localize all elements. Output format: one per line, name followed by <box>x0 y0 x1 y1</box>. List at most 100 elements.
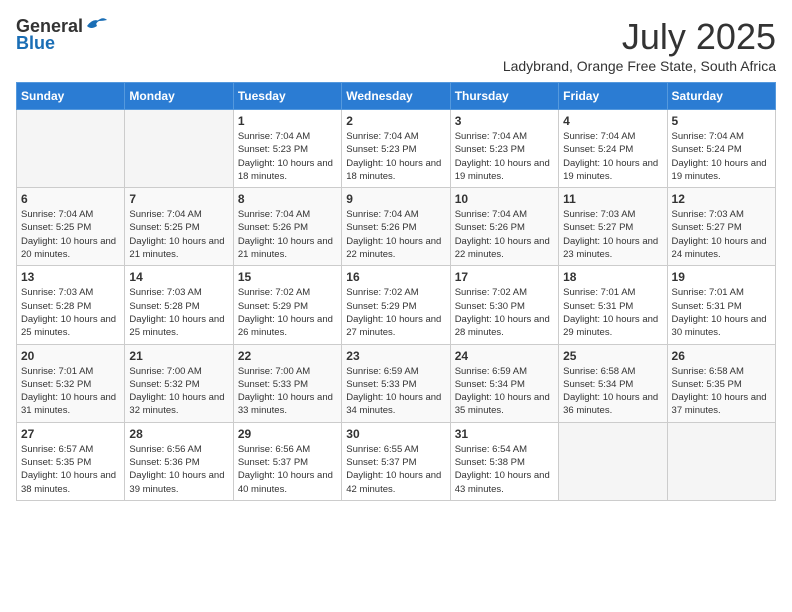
day-number: 27 <box>21 427 120 441</box>
table-row: 4 Sunrise: 7:04 AM Sunset: 5:24 PM Daylig… <box>559 110 667 188</box>
day-info: Sunrise: 7:00 AM Sunset: 5:32 PM Dayligh… <box>129 365 228 418</box>
day-info: Sunrise: 7:04 AM Sunset: 5:26 PM Dayligh… <box>346 208 445 261</box>
table-row: 18 Sunrise: 7:01 AM Sunset: 5:31 PM Dayli… <box>559 266 667 344</box>
table-row: 11 Sunrise: 7:03 AM Sunset: 5:27 PM Dayli… <box>559 188 667 266</box>
day-info: Sunrise: 7:01 AM Sunset: 5:32 PM Dayligh… <box>21 365 120 418</box>
day-info: Sunrise: 7:02 AM Sunset: 5:30 PM Dayligh… <box>455 286 554 339</box>
logo-words: General Blue <box>16 16 107 54</box>
table-row: 13 Sunrise: 7:03 AM Sunset: 5:28 PM Dayli… <box>17 266 125 344</box>
table-row: 27 Sunrise: 6:57 AM Sunset: 5:35 PM Dayli… <box>17 422 125 500</box>
table-row: 25Sunrise: 6:58 AM Sunset: 5:34 PM Dayli… <box>559 344 667 422</box>
col-friday: Friday <box>559 83 667 110</box>
day-number: 5 <box>672 114 771 128</box>
table-row: 14 Sunrise: 7:03 AM Sunset: 5:28 PM Dayli… <box>125 266 233 344</box>
day-number: 31 <box>455 427 554 441</box>
table-row: 7 Sunrise: 7:04 AM Sunset: 5:25 PM Daylig… <box>125 188 233 266</box>
table-row: 30Sunrise: 6:55 AM Sunset: 5:37 PM Dayli… <box>342 422 450 500</box>
day-info: Sunrise: 7:02 AM Sunset: 5:29 PM Dayligh… <box>238 286 337 339</box>
day-number: 28 <box>129 427 228 441</box>
table-row: 31 Sunrise: 6:54 AM Sunset: 5:38 PM Dayli… <box>450 422 558 500</box>
day-info: Sunrise: 7:01 AM Sunset: 5:31 PM Dayligh… <box>672 286 771 339</box>
day-info: Sunrise: 7:03 AM Sunset: 5:27 PM Dayligh… <box>563 208 662 261</box>
day-info: Sunrise: 7:04 AM Sunset: 5:23 PM Dayligh… <box>346 130 445 183</box>
calendar-week-row: 27 Sunrise: 6:57 AM Sunset: 5:35 PM Dayli… <box>17 422 776 500</box>
day-info: Sunrise: 7:04 AM Sunset: 5:25 PM Dayligh… <box>21 208 120 261</box>
table-row: 19 Sunrise: 7:01 AM Sunset: 5:31 PM Dayli… <box>667 266 775 344</box>
day-info: Sunrise: 7:00 AM Sunset: 5:33 PM Dayligh… <box>238 365 337 418</box>
day-info: Sunrise: 7:04 AM Sunset: 5:26 PM Dayligh… <box>238 208 337 261</box>
col-sunday: Sunday <box>17 83 125 110</box>
day-number: 17 <box>455 270 554 284</box>
table-row: 1 Sunrise: 7:04 AM Sunset: 5:23 PM Daylig… <box>233 110 341 188</box>
calendar-week-row: 1 Sunrise: 7:04 AM Sunset: 5:23 PM Daylig… <box>17 110 776 188</box>
day-info: Sunrise: 6:59 AM Sunset: 5:33 PM Dayligh… <box>346 365 445 418</box>
day-number: 7 <box>129 192 228 206</box>
day-info: Sunrise: 7:01 AM Sunset: 5:31 PM Dayligh… <box>563 286 662 339</box>
location-title: Ladybrand, Orange Free State, South Afri… <box>503 58 776 74</box>
day-info: Sunrise: 6:54 AM Sunset: 5:38 PM Dayligh… <box>455 443 554 496</box>
day-number: 22 <box>238 349 337 363</box>
day-number: 10 <box>455 192 554 206</box>
day-info: Sunrise: 6:57 AM Sunset: 5:35 PM Dayligh… <box>21 443 120 496</box>
day-number: 21 <box>129 349 228 363</box>
day-info: Sunrise: 7:04 AM Sunset: 5:24 PM Dayligh… <box>672 130 771 183</box>
table-row: 24Sunrise: 6:59 AM Sunset: 5:34 PM Dayli… <box>450 344 558 422</box>
table-row <box>667 422 775 500</box>
day-number: 20 <box>21 349 120 363</box>
col-wednesday: Wednesday <box>342 83 450 110</box>
calendar-table: Sunday Monday Tuesday Wednesday Thursday… <box>16 82 776 501</box>
table-row <box>559 422 667 500</box>
day-info: Sunrise: 7:02 AM Sunset: 5:29 PM Dayligh… <box>346 286 445 339</box>
day-number: 23 <box>346 349 445 363</box>
day-number: 30 <box>346 427 445 441</box>
day-number: 11 <box>563 192 662 206</box>
table-row: 5 Sunrise: 7:04 AM Sunset: 5:24 PM Daylig… <box>667 110 775 188</box>
table-row: 6Sunrise: 7:04 AM Sunset: 5:25 PM Daylig… <box>17 188 125 266</box>
table-row: 9 Sunrise: 7:04 AM Sunset: 5:26 PM Daylig… <box>342 188 450 266</box>
day-number: 2 <box>346 114 445 128</box>
calendar-header-row: Sunday Monday Tuesday Wednesday Thursday… <box>17 83 776 110</box>
day-info: Sunrise: 7:04 AM Sunset: 5:24 PM Dayligh… <box>563 130 662 183</box>
day-info: Sunrise: 7:03 AM Sunset: 5:28 PM Dayligh… <box>21 286 120 339</box>
day-number: 14 <box>129 270 228 284</box>
day-info: Sunrise: 7:04 AM Sunset: 5:25 PM Dayligh… <box>129 208 228 261</box>
day-number: 24 <box>455 349 554 363</box>
day-number: 26 <box>672 349 771 363</box>
table-row: 21 Sunrise: 7:00 AM Sunset: 5:32 PM Dayli… <box>125 344 233 422</box>
col-tuesday: Tuesday <box>233 83 341 110</box>
day-number: 15 <box>238 270 337 284</box>
day-info: Sunrise: 7:04 AM Sunset: 5:23 PM Dayligh… <box>238 130 337 183</box>
day-info: Sunrise: 7:03 AM Sunset: 5:28 PM Dayligh… <box>129 286 228 339</box>
logo-blue-text: Blue <box>16 33 107 54</box>
day-info: Sunrise: 6:56 AM Sunset: 5:36 PM Dayligh… <box>129 443 228 496</box>
logo: General Blue <box>16 16 107 54</box>
day-info: Sunrise: 7:03 AM Sunset: 5:27 PM Dayligh… <box>672 208 771 261</box>
table-row: 15 Sunrise: 7:02 AM Sunset: 5:29 PM Dayli… <box>233 266 341 344</box>
table-row: 20 Sunrise: 7:01 AM Sunset: 5:32 PM Dayli… <box>17 344 125 422</box>
page-header: General Blue July 2025 Ladybrand, Orange… <box>16 16 776 74</box>
table-row: 22 Sunrise: 7:00 AM Sunset: 5:33 PM Dayli… <box>233 344 341 422</box>
col-thursday: Thursday <box>450 83 558 110</box>
day-info: Sunrise: 6:56 AM Sunset: 5:37 PM Dayligh… <box>238 443 337 496</box>
table-row: 26Sunrise: 6:58 AM Sunset: 5:35 PM Dayli… <box>667 344 775 422</box>
table-row: 17 Sunrise: 7:02 AM Sunset: 5:30 PM Dayli… <box>450 266 558 344</box>
day-number: 8 <box>238 192 337 206</box>
calendar-week-row: 13 Sunrise: 7:03 AM Sunset: 5:28 PM Dayli… <box>17 266 776 344</box>
table-row: 16Sunrise: 7:02 AM Sunset: 5:29 PM Dayli… <box>342 266 450 344</box>
col-saturday: Saturday <box>667 83 775 110</box>
day-number: 1 <box>238 114 337 128</box>
day-number: 25 <box>563 349 662 363</box>
calendar-week-row: 20 Sunrise: 7:01 AM Sunset: 5:32 PM Dayli… <box>17 344 776 422</box>
col-monday: Monday <box>125 83 233 110</box>
month-title: July 2025 <box>503 16 776 58</box>
logo-bird-icon <box>85 16 107 34</box>
table-row: 23 Sunrise: 6:59 AM Sunset: 5:33 PM Dayli… <box>342 344 450 422</box>
day-number: 4 <box>563 114 662 128</box>
day-number: 13 <box>21 270 120 284</box>
day-number: 19 <box>672 270 771 284</box>
day-number: 12 <box>672 192 771 206</box>
day-number: 18 <box>563 270 662 284</box>
table-row: 3Sunrise: 7:04 AM Sunset: 5:23 PM Daylig… <box>450 110 558 188</box>
day-number: 29 <box>238 427 337 441</box>
day-number: 9 <box>346 192 445 206</box>
